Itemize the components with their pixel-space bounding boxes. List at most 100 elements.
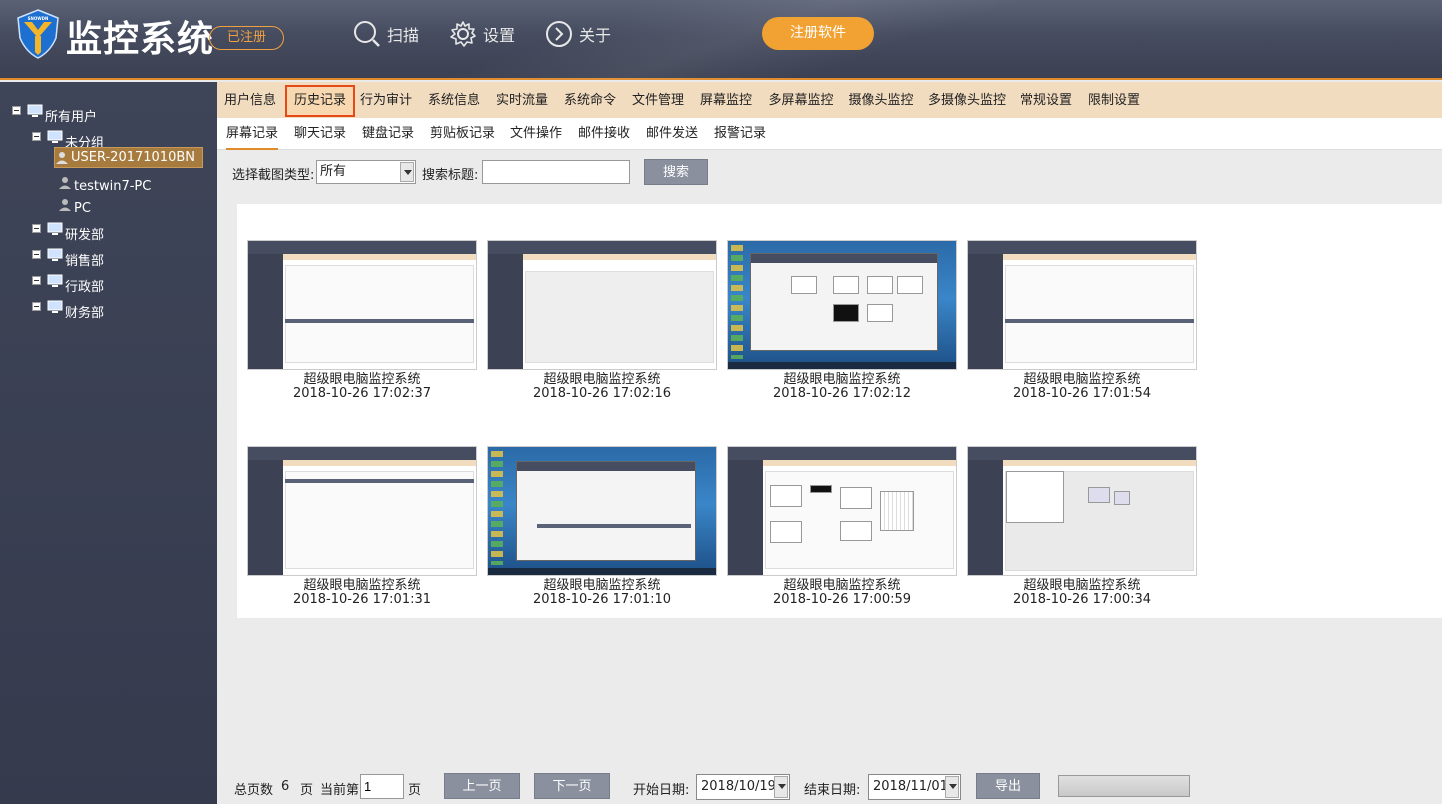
current-page-input[interactable] (360, 774, 404, 799)
dropdown-arrow-icon[interactable] (400, 162, 414, 182)
screenshot-card[interactable]: 超级眼电脑监控系统 2018-10-26 17:02:16 (487, 240, 717, 401)
screenshot-time: 2018-10-26 17:01:54 (1012, 386, 1152, 401)
screenshot-thumbnail[interactable] (487, 240, 717, 370)
shield-logo-icon: SNOWDN (17, 9, 59, 59)
function-tab-bar: 用户信息 历史记录 行为审计 系统信息 实时流量 系统命令 文件管理 屏幕监控 … (217, 82, 1442, 118)
type-label: 选择截图类型: (232, 168, 315, 183)
tab-behavior-audit[interactable]: 行为审计 (359, 85, 413, 117)
screenshot-card[interactable]: 超级眼电脑监控系统 2018-10-26 17:01:54 (967, 240, 1197, 401)
tree-user[interactable]: testwin7-PC (58, 171, 151, 194)
screenshot-thumbnail[interactable] (967, 446, 1197, 576)
subtab-file-operations[interactable]: 文件操作 (510, 118, 562, 150)
screenshot-thumbnail[interactable] (247, 446, 477, 576)
collapse-toggle-icon[interactable] (32, 132, 41, 141)
screenshot-thumbnail[interactable] (727, 446, 957, 576)
screenshot-time: 2018-10-26 17:02:16 (532, 386, 672, 401)
subtab-mail-received[interactable]: 邮件接收 (578, 118, 630, 150)
end-date-picker[interactable]: 2018/11/01 (868, 774, 961, 800)
prev-page-button[interactable]: 上一页 (444, 773, 520, 799)
dropdown-arrow-icon[interactable] (945, 776, 959, 798)
screenshot-card[interactable]: 超级眼电脑监控系统 2018-10-26 17:02:37 (247, 240, 477, 401)
screenshot-title: 超级眼电脑监控系统 (303, 578, 421, 593)
screenshot-card[interactable]: 超级眼电脑监控系统 2018-10-26 17:01:10 (487, 446, 717, 607)
collapse-toggle-icon[interactable] (32, 250, 41, 259)
main-panel: 用户信息 历史记录 行为审计 系统信息 实时流量 系统命令 文件管理 屏幕监控 … (217, 82, 1442, 804)
tab-system-command[interactable]: 系统命令 (563, 85, 617, 117)
about-nav[interactable]: 关于 (545, 18, 611, 50)
collapse-toggle-icon[interactable] (12, 106, 21, 115)
tree-user-label: testwin7-PC (74, 179, 152, 194)
end-date-label: 结束日期: (804, 783, 861, 798)
filter-row: 选择截图类型: 所有 搜索标题: 搜索 (217, 158, 1442, 188)
tab-screen-monitor[interactable]: 屏幕监控 (699, 85, 753, 117)
screenshot-thumbnail[interactable] (487, 446, 717, 576)
tree-user-selected[interactable]: USER-20171010BN (54, 147, 203, 168)
tree-group-label: 财务部 (65, 306, 105, 321)
screenshot-title: 超级眼电脑监控系统 (303, 372, 421, 387)
screenshot-card[interactable]: 超级眼电脑监控系统 2018-10-26 17:01:31 (247, 446, 477, 607)
user-tree-sidebar: 所有用户 未分组 USER-20171010BN testwin7-PC PC … (0, 82, 217, 804)
collapse-toggle-icon[interactable] (32, 224, 41, 233)
subtab-keyboard-records[interactable]: 键盘记录 (362, 118, 414, 150)
screenshot-card[interactable]: 超级眼电脑监控系统 2018-10-26 17:02:12 (727, 240, 957, 401)
about-label: 关于 (579, 26, 612, 45)
page-unit: 页 (300, 783, 314, 798)
screenshot-title: 超级眼电脑监控系统 (1023, 372, 1141, 387)
tree-user[interactable]: PC (58, 193, 91, 216)
tab-camera[interactable]: 摄像头监控 (847, 85, 915, 117)
tree-root-all-users[interactable]: 所有用户 (12, 96, 97, 125)
settings-nav[interactable]: 设置 (449, 18, 515, 50)
screenshot-time: 2018-10-26 17:01:10 (532, 592, 672, 607)
type-select-value: 所有 (320, 164, 347, 179)
screenshot-type-select[interactable]: 所有 (316, 160, 416, 184)
tree-group-sales[interactable]: 销售部 (32, 240, 104, 269)
start-date-label: 开始日期: (633, 783, 690, 798)
start-date-picker[interactable]: 2018/10/19 (696, 774, 790, 800)
computer-icon (47, 274, 63, 287)
scan-nav[interactable]: 扫描 (353, 18, 419, 50)
logo-text: SNOWDN (28, 16, 49, 21)
current-page-label: 当前第 (320, 783, 360, 798)
screenshot-thumbnail[interactable] (727, 240, 957, 370)
tab-history[interactable]: 历史记录 (285, 85, 355, 117)
tab-multi-screen[interactable]: 多屏幕监控 (767, 85, 835, 117)
progress-bar (1058, 775, 1190, 797)
register-software-button[interactable]: 注册软件 (762, 17, 874, 50)
tree-user-label: USER-20171010BN (71, 150, 195, 165)
tab-system-info[interactable]: 系统信息 (427, 85, 481, 117)
tree-group-rnd[interactable]: 研发部 (32, 214, 104, 243)
tab-realtime-traffic[interactable]: 实时流量 (495, 85, 549, 117)
screenshot-card[interactable]: 超级眼电脑监控系统 2018-10-26 17:00:59 (727, 446, 957, 607)
next-page-button[interactable]: 下一页 (534, 773, 610, 799)
tab-general-settings[interactable]: 常规设置 (1019, 85, 1073, 117)
tab-user-info[interactable]: 用户信息 (221, 85, 279, 117)
export-button[interactable]: 导出 (976, 773, 1040, 799)
collapse-toggle-icon[interactable] (32, 276, 41, 285)
collapse-toggle-icon[interactable] (32, 302, 41, 311)
tab-multi-camera[interactable]: 多摄像头监控 (927, 85, 1007, 117)
tree-group-admin[interactable]: 行政部 (32, 266, 104, 295)
screenshot-time: 2018-10-26 17:01:31 (292, 592, 432, 607)
dropdown-arrow-icon[interactable] (774, 776, 788, 798)
screenshot-thumbnail[interactable] (247, 240, 477, 370)
screenshot-time: 2018-10-26 17:02:37 (292, 386, 432, 401)
search-button[interactable]: 搜索 (644, 159, 708, 185)
registered-badge: 已注册 (209, 26, 284, 50)
search-title-input[interactable] (482, 160, 630, 184)
screenshot-time: 2018-10-26 17:02:12 (772, 386, 912, 401)
tab-file-manager[interactable]: 文件管理 (631, 85, 685, 117)
scan-label: 扫描 (387, 26, 420, 45)
computer-icon (47, 222, 63, 235)
tab-restriction-settings[interactable]: 限制设置 (1087, 85, 1141, 117)
screenshot-thumbnail[interactable] (967, 240, 1197, 370)
subtab-mail-sent[interactable]: 邮件发送 (646, 118, 698, 150)
total-pages-value: 6 (281, 779, 290, 794)
subtab-clipboard-records[interactable]: 剪贴板记录 (430, 118, 495, 150)
computer-icon (47, 300, 63, 313)
screenshot-card[interactable]: 超级眼电脑监控系统 2018-10-26 17:00:34 (967, 446, 1197, 607)
subtab-chat-records[interactable]: 聊天记录 (294, 118, 346, 150)
tree-group-finance[interactable]: 财务部 (32, 292, 104, 321)
subtab-screen-records[interactable]: 屏幕记录 (226, 118, 279, 150)
subtab-alert-records[interactable]: 报警记录 (714, 118, 766, 150)
app-title: 监控系统 (66, 19, 215, 60)
